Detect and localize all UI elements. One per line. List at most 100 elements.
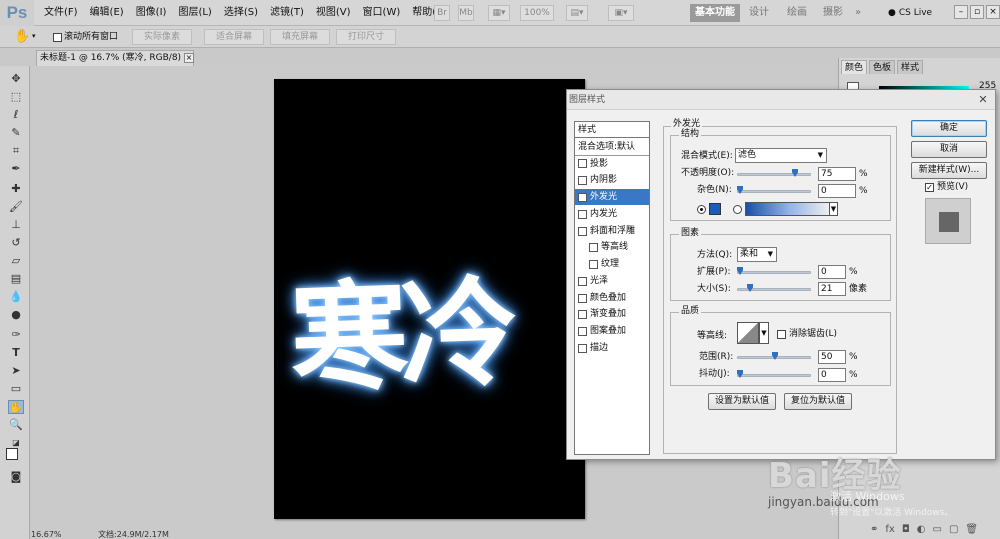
pen-tool-icon[interactable]: ✑ [8,328,24,342]
style-item-inner-glow[interactable]: 内发光 [575,206,649,222]
view-extras-icon[interactable]: ▦▾ [488,5,510,21]
hand-tool-icon[interactable]: ✋ [14,29,30,45]
eraser-tool-icon[interactable]: ▱ [8,254,24,268]
tool-preset-chevron-icon[interactable]: ▾ [32,32,36,40]
size-slider[interactable] [737,284,811,292]
menu-select[interactable]: 选择(S) [218,0,264,26]
style-item-inner-shadow[interactable]: 内阴影 [575,172,649,188]
slider-thumb[interactable] [737,370,743,378]
styles-header[interactable]: 样式 [575,122,649,138]
style-item-pattern-overlay[interactable]: 图案叠加 [575,323,649,339]
restore-button[interactable]: ▫ [970,5,984,19]
contour-preview[interactable] [737,322,759,344]
style-item-satin[interactable]: 光泽 [575,273,649,289]
hand-tool-icon[interactable]: ✋ [8,400,24,414]
cs-live[interactable]: ● CS Live [888,4,948,22]
glow-color-swatch[interactable] [709,203,721,215]
checkbox[interactable] [578,175,587,185]
noise-slider[interactable] [737,186,811,194]
solid-color-radio[interactable] [697,205,706,214]
mask-icon[interactable]: ◘ [902,524,910,535]
actual-pixels-button[interactable]: 实际像素 [132,29,192,45]
style-item-drop-shadow[interactable]: 投影 [575,155,649,171]
tab-color[interactable]: 颜色 [841,60,868,74]
crop-tool-icon[interactable]: ⌗ [8,144,24,158]
arrange-docs-icon[interactable]: ▤▾ [566,5,588,21]
menu-layer[interactable]: 图层(L) [172,0,217,26]
menu-view[interactable]: 视图(V) [310,0,357,26]
checkbox[interactable] [578,293,587,303]
trash-icon[interactable]: 🗑 [965,524,978,535]
menu-image[interactable]: 图像(I) [130,0,173,26]
checkbox-checked[interactable]: ✓ [578,192,587,202]
style-item-bevel-emboss[interactable]: 斜面和浮雕 [575,223,649,239]
style-item-color-overlay[interactable]: 颜色叠加 [575,290,649,306]
slider-thumb[interactable] [737,267,743,275]
fx-icon[interactable]: fx [885,524,894,535]
zoom-level-select[interactable]: 100% [520,5,554,21]
slider-thumb[interactable] [737,186,743,194]
new-layer-icon[interactable]: ▢ [949,524,958,535]
opacity-field[interactable]: 75 [818,167,856,181]
checkbox[interactable] [578,226,587,236]
fit-screen-button[interactable]: 适合屏幕 [204,29,264,45]
style-item-blending[interactable]: 混合选项:默认 [575,139,649,155]
new-style-button[interactable]: 新建样式(W)... [911,162,987,179]
adjustment-icon[interactable]: ◐ [917,524,926,535]
gradient-tool-icon[interactable]: ▤ [8,272,24,286]
reset-default-button[interactable]: 复位为默认值 [784,393,852,410]
path-select-tool-icon[interactable]: ➤ [8,364,24,378]
print-size-button[interactable]: 打印尺寸 [336,29,396,45]
dodge-tool-icon[interactable]: ● [8,308,24,322]
checkbox[interactable] [578,159,587,168]
gradient-picker[interactable] [745,202,831,216]
foreground-color-swatch[interactable] [6,448,18,460]
jitter-slider[interactable] [737,370,811,378]
checkbox[interactable] [578,326,587,336]
folder-icon[interactable]: ▭ [933,524,942,535]
type-tool-icon[interactable]: T [8,346,24,360]
antialias-checkbox[interactable] [777,330,786,339]
range-field[interactable]: 50 [818,350,846,364]
marquee-tool-icon[interactable]: ⬚ [8,90,24,104]
slider-thumb[interactable] [772,352,778,360]
close-button[interactable]: × [986,5,1000,19]
style-item-stroke[interactable]: 描边 [575,340,649,356]
style-item-texture[interactable]: 纹理 [575,256,649,272]
zoom-tool-icon[interactable]: 🔍 [8,418,24,432]
spread-field[interactable]: 0 [818,265,846,279]
style-item-contour[interactable]: 等高线 [575,239,649,255]
workspace-design[interactable]: 设计 [744,4,774,22]
document-tab[interactable]: 未标题-1 @ 16.7% (寒冷, RGB/8) * [36,50,194,66]
cancel-button[interactable]: 取消 [911,141,987,158]
quick-select-tool-icon[interactable]: ✎ [8,126,24,140]
minimize-button[interactable]: – [954,5,968,19]
menu-edit[interactable]: 编辑(E) [84,0,130,26]
checkbox[interactable] [578,343,587,353]
checkbox[interactable] [589,259,598,269]
zoom-readout[interactable]: 16.67% [31,530,62,539]
gradient-chevron-icon[interactable]: ▼ [829,202,838,216]
range-slider[interactable] [737,352,811,360]
brush-tool-icon[interactable]: 🖌 [8,200,24,214]
checkbox[interactable] [589,242,598,252]
blend-mode-select[interactable]: 滤色 ▼ [735,148,827,163]
workspace-essentials[interactable]: 基本功能 [690,4,740,22]
gradient-radio[interactable] [733,205,742,214]
blur-tool-icon[interactable]: 💧 [8,290,24,304]
checkbox[interactable] [578,309,587,319]
contour-chevron-icon[interactable]: ▼ [759,322,769,344]
tab-styles[interactable]: 样式 [897,60,924,74]
more-workspaces-icon[interactable]: » [850,4,866,22]
make-default-button[interactable]: 设置为默认值 [708,393,776,410]
style-item-gradient-overlay[interactable]: 渐变叠加 [575,306,649,322]
checkbox[interactable] [578,276,587,286]
history-brush-tool-icon[interactable]: ↺ [8,236,24,250]
fill-screen-button[interactable]: 填充屏幕 [270,29,330,45]
preview-checkbox[interactable]: ✓ [925,183,934,192]
stamp-tool-icon[interactable]: ⊥ [8,218,24,232]
scroll-all-checkbox[interactable] [53,33,62,42]
minibridge-icon[interactable]: Mb [458,5,474,21]
slider-thumb[interactable] [747,284,753,292]
menu-file[interactable]: 文件(F) [38,0,84,26]
